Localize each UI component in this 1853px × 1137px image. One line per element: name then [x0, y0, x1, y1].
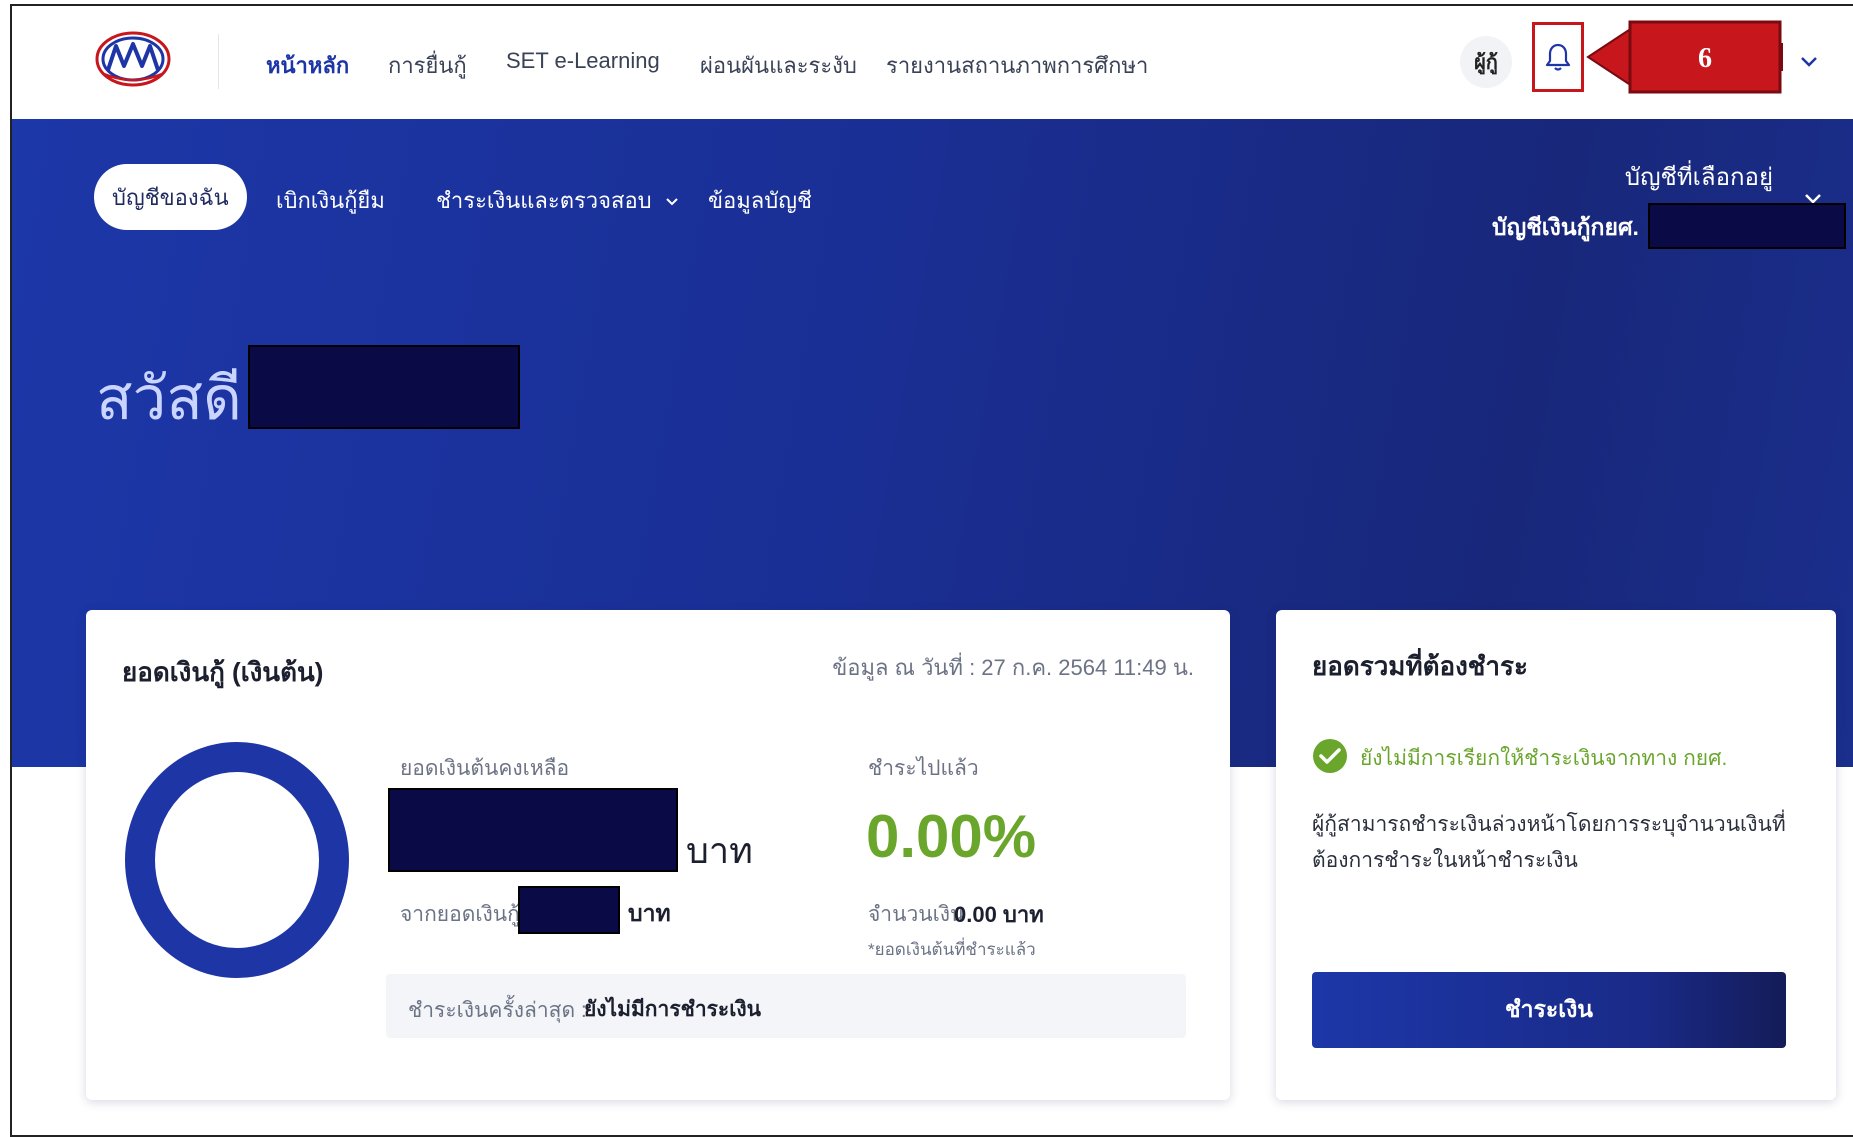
check-circle-icon: [1313, 739, 1347, 773]
top-navbar: หน้าหลัก การยื่นกู้ SET e-Learning ผ่อนผ…: [12, 6, 1853, 119]
selected-account-value[interactable]: บัญชีเงินกู้กยศ.: [1492, 210, 1639, 246]
remaining-currency: บาท: [686, 830, 753, 871]
user-label: ผู้กู้: [1474, 52, 1498, 74]
bell-icon: [1545, 43, 1571, 71]
paid-note: *ยอดเงินต้นที่ชำระแล้ว: [868, 940, 1036, 959]
redacted-user-name: [248, 345, 520, 429]
last-payment-label: ชำระเงินครั้งล่าสุด :: [408, 999, 587, 1022]
redacted-loan-total: [518, 886, 620, 934]
user-avatar[interactable]: ผู้กู้: [1460, 36, 1512, 88]
paid-amount-value: 0.00 บาท: [954, 902, 1044, 927]
data-as-of: ข้อมูล ณ วันที่ : 27 ก.ค. 2564 11:49 น.: [832, 655, 1194, 680]
due-description-line2: ต้องการชำระในหน้าชำระเงิน: [1312, 849, 1578, 872]
redacted-remaining-amount: [388, 788, 678, 872]
pay-button[interactable]: ชำระเงิน: [1312, 972, 1786, 1048]
loan-principal-card: ยอดเงินกู้ (เงินต้น) ข้อมูล ณ วันที่ : 2…: [86, 610, 1230, 1100]
due-description-line1: ผู้กู้สามารถชำระเงินล่วงหน้าโดยการระบุจำ…: [1312, 813, 1786, 836]
nav-set-elearning[interactable]: SET e-Learning: [506, 48, 660, 74]
due-status-text: ยังไม่มีการเรียกให้ชำระเงินจากทาง กยศ.: [1360, 747, 1728, 770]
remaining-principal-label: ยอดเงินต้นคงเหลือ: [400, 757, 570, 780]
tab-my-account[interactable]: บัญชีของฉัน: [94, 164, 247, 230]
from-loan-label: จากยอดเงินกู้: [400, 903, 520, 926]
amount-due-card: ยอดรวมที่ต้องชำระ ยังไม่มีการเรียกให้ชำร…: [1276, 610, 1836, 1100]
nav-education-status-report[interactable]: รายงานสถานภาพการศึกษา: [886, 48, 1148, 83]
chevron-down-icon[interactable]: [1798, 50, 1820, 72]
browser-frame: หน้าหลัก การยื่นกู้ SET e-Learning ผ่อนผ…: [10, 4, 1853, 1137]
last-payment-box: ชำระเงินครั้งล่าสุด : ยังไม่มีการชำระเงิ…: [386, 974, 1186, 1038]
tab-payment-check[interactable]: ชำระเงินและตรวจสอบ: [436, 183, 680, 218]
nav-loan-application[interactable]: การยื่นกู้: [388, 48, 467, 83]
kyf-logo[interactable]: [94, 30, 172, 88]
due-card-title: ยอดรวมที่ต้องชำระ: [1312, 651, 1528, 681]
paid-amount-label: จำนวนเงิน: [868, 903, 965, 926]
paid-percent: 0.00%: [866, 803, 1037, 870]
pay-button-label: ชำระเงิน: [1504, 996, 1594, 1022]
tab-account-info[interactable]: ข้อมูลบัญชี: [708, 183, 812, 218]
loan-total-currency: บาท: [628, 900, 671, 926]
loan-card-title: ยอดเงินกู้ (เงินต้น): [122, 657, 324, 687]
tab-my-account-label: บัญชีของฉัน: [112, 184, 229, 210]
notification-button[interactable]: [1532, 22, 1584, 92]
tab-withdraw-loan[interactable]: เบิกเงินกู้ยืม: [276, 183, 385, 218]
greeting-text: สวัสดี: [96, 365, 242, 432]
tab-payment-check-label: ชำระเงินและตรวจสอบ: [436, 188, 652, 213]
chevron-down-icon: [666, 198, 678, 206]
paid-label: ชำระไปแล้ว: [868, 757, 979, 780]
logo-divider: [218, 34, 219, 89]
selected-account-label: บัญชีที่เลือกอยู่: [1624, 164, 1773, 191]
redacted-account-number: [1648, 203, 1846, 249]
nav-home[interactable]: หน้าหลัก: [266, 48, 349, 83]
loan-progress-ring: [125, 742, 349, 978]
last-payment-value: ยังไม่มีการชำระเงิน: [584, 998, 761, 1021]
nav-deferment[interactable]: ผ่อนผันและระงับ: [700, 48, 857, 83]
callout-number: 6: [1698, 43, 1712, 74]
